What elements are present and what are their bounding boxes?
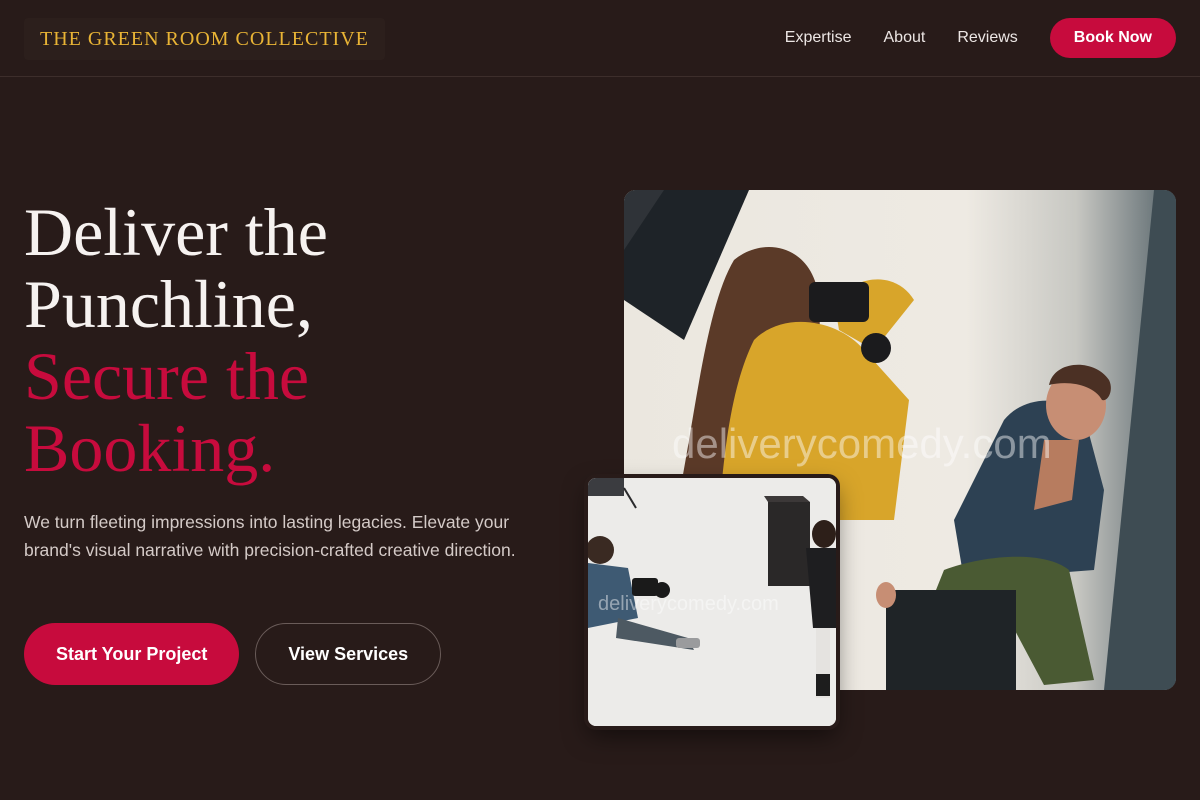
main-photo-watermark: deliverycomedy.com xyxy=(672,420,1052,467)
headline-accent-line-1: Secure the xyxy=(24,338,310,414)
headline-line-1: Deliver the xyxy=(24,194,328,270)
brand-logo[interactable]: THE GREEN ROOM COLLECTIVE xyxy=(24,18,385,60)
headline-line-2: Punchline, xyxy=(24,266,313,342)
nav-link-expertise[interactable]: Expertise xyxy=(785,29,852,47)
hero-headline: Deliver the Punchline, Secure the Bookin… xyxy=(24,196,584,484)
small-photo-watermark: deliverycomedy.com xyxy=(598,593,779,615)
view-services-button[interactable]: View Services xyxy=(255,623,442,685)
headline-accent-line-2: Booking. xyxy=(24,410,276,486)
hero-photo-secondary: deliverycomedy.com xyxy=(588,478,836,726)
book-now-button[interactable]: Book Now xyxy=(1049,18,1176,58)
nav-link-reviews[interactable]: Reviews xyxy=(957,29,1017,47)
site-header: THE GREEN ROOM COLLECTIVE Expertise Abou… xyxy=(0,0,1200,77)
start-project-button[interactable]: Start Your Project xyxy=(24,623,240,685)
nav-link-about[interactable]: About xyxy=(884,29,926,47)
hero-description: We turn fleeting impressions into lastin… xyxy=(24,512,516,560)
hero-cta-group: Start Your Project View Services xyxy=(24,623,442,685)
main-nav: Expertise About Reviews Book Now xyxy=(785,18,1176,58)
